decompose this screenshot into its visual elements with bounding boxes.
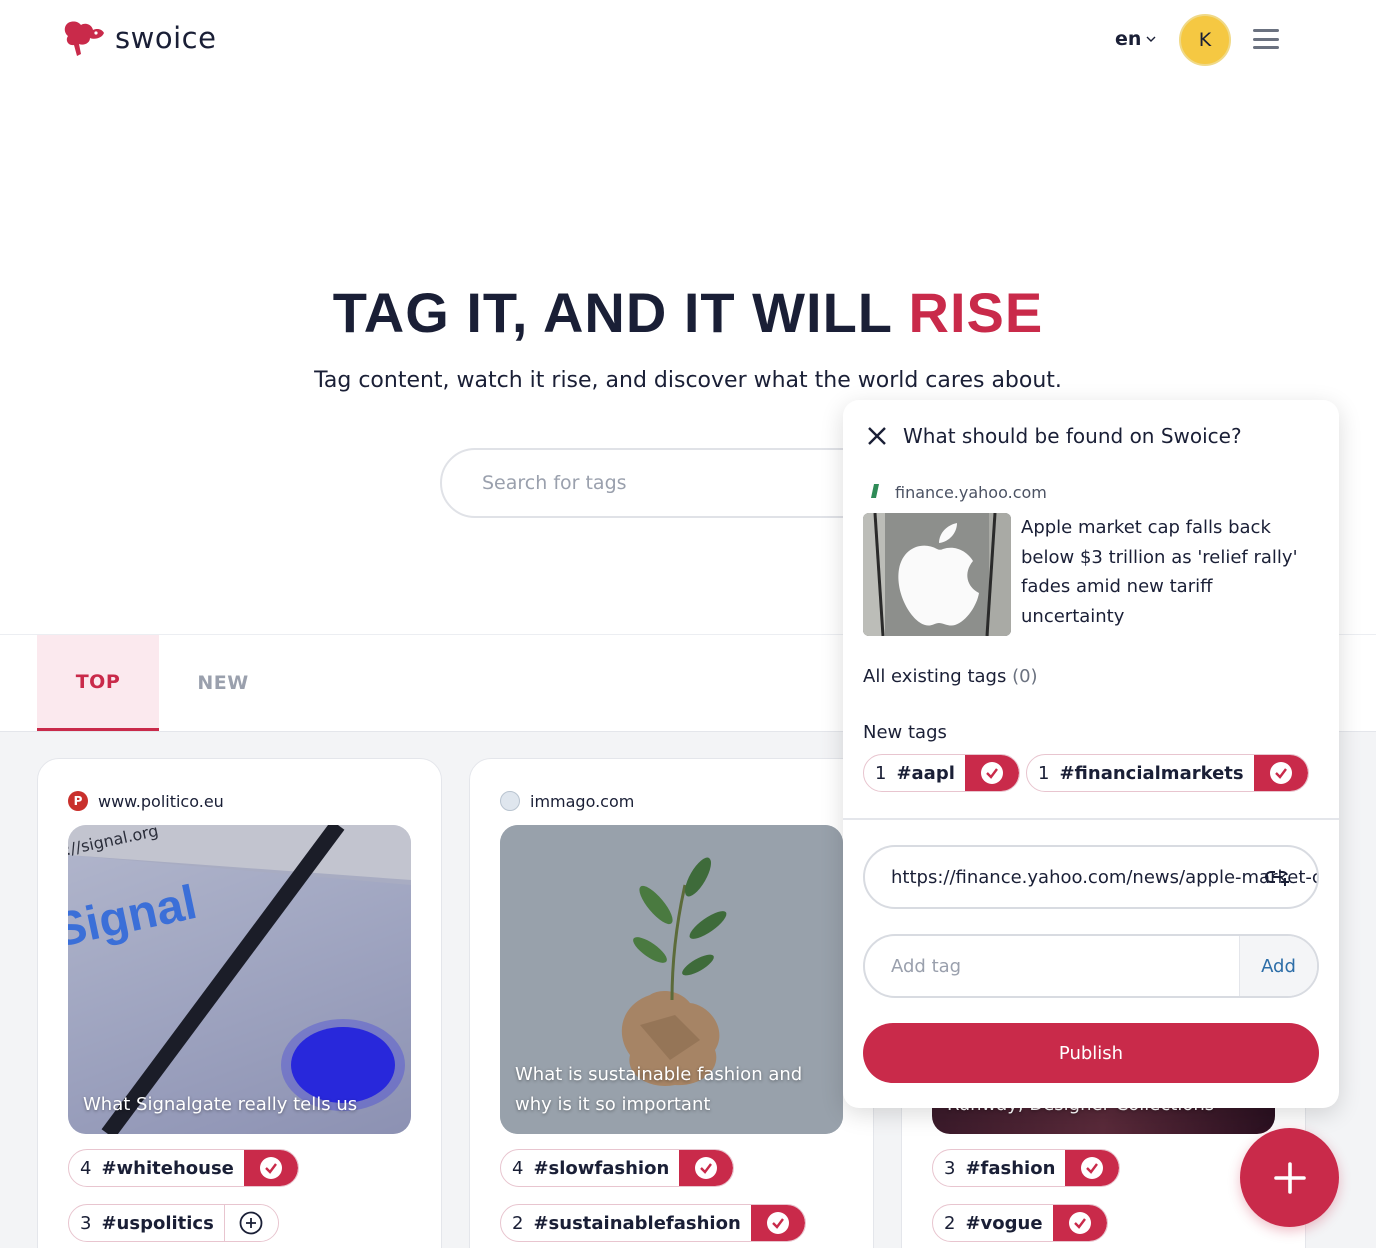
tag-label: #slowfashion <box>533 1157 670 1179</box>
check-circle-icon[interactable] <box>1065 1150 1120 1186</box>
card-caption: What Signalgate really tells us <box>83 1094 358 1115</box>
create-fab-button[interactable] <box>1240 1128 1339 1227</box>
add-tag-button[interactable]: Add <box>1239 936 1317 996</box>
new-tag-chip[interactable]: 1 #aapl <box>863 754 1020 792</box>
close-icon[interactable] <box>865 424 889 448</box>
tab-top[interactable]: TOP <box>37 635 159 731</box>
modal-source: finance.yahoo.com <box>865 482 1047 502</box>
check-circle-icon[interactable] <box>243 1150 298 1186</box>
new-tags-label: New tags <box>863 722 947 743</box>
avatar-initial: K <box>1198 29 1212 51</box>
tag-count: 4 <box>512 1157 524 1179</box>
tag-chip[interactable]: 3 #fashion <box>932 1149 1121 1187</box>
article-thumbnail <box>863 513 1011 636</box>
hero-subtitle: Tag content, watch it rise, and discover… <box>314 368 1062 393</box>
url-value: https://finance.yahoo.com/news/apple-mar… <box>891 866 1317 888</box>
card-image[interactable]: s://signal.org Signal What Signalgate re… <box>68 825 411 1134</box>
yahoo-finance-favicon-icon <box>871 484 879 498</box>
article-headline: Apple market cap falls back below $3 tri… <box>1021 517 1298 627</box>
link-add-icon[interactable] <box>1265 866 1291 888</box>
add-tag-placeholder: Add tag <box>891 955 962 977</box>
tag-count: 3 <box>80 1212 92 1234</box>
chevron-down-icon <box>1146 36 1156 42</box>
tag-count: 1 <box>875 762 887 784</box>
url-input[interactable]: https://finance.yahoo.com/news/apple-mar… <box>863 845 1319 909</box>
add-tag-field: Add tag Add <box>863 934 1319 998</box>
card-source-domain: immago.com <box>530 791 635 811</box>
hero-title-accent: RISE <box>908 281 1044 344</box>
plus-icon <box>1273 1161 1306 1194</box>
language-value: en <box>1115 28 1142 50</box>
user-avatar[interactable]: K <box>1179 14 1231 66</box>
tag-chip[interactable]: 3 #uspolitics <box>68 1204 279 1242</box>
tag-count: 4 <box>80 1157 92 1179</box>
check-circle-icon[interactable] <box>964 755 1019 791</box>
check-circle-icon[interactable] <box>1253 755 1308 791</box>
tab-new[interactable]: NEW <box>163 635 283 731</box>
search-placeholder: Search for tags <box>482 472 627 494</box>
image-favicon-icon <box>500 791 520 811</box>
tag-count: 1 <box>1038 762 1050 784</box>
plus-circle-icon[interactable] <box>223 1205 278 1241</box>
add-tag-input[interactable]: Add tag <box>865 936 1239 996</box>
tag-chip[interactable]: 2 #sustainablefashion <box>500 1204 806 1242</box>
tag-label: #uspolitics <box>101 1212 214 1234</box>
card-caption: What is sustainable fashion and why is i… <box>515 1064 803 1115</box>
card-source[interactable]: immago.com <box>500 791 634 811</box>
swoice-logo-icon <box>64 21 104 57</box>
tag-chip[interactable]: 4 #whitehouse <box>68 1149 299 1187</box>
language-selector[interactable]: en <box>1115 28 1157 50</box>
card-image[interactable]: What is sustainable fashion and why is i… <box>500 825 843 1134</box>
tag-count: 3 <box>944 1157 956 1179</box>
card-source[interactable]: P www.politico.eu <box>68 791 224 811</box>
tag-label: #vogue <box>965 1212 1043 1234</box>
publish-button[interactable]: Publish <box>863 1023 1319 1083</box>
tag-count: 2 <box>512 1212 524 1234</box>
tag-label: #aapl <box>896 762 955 784</box>
check-circle-icon[interactable] <box>750 1205 805 1241</box>
existing-tags-label: All existing tags (0) <box>863 666 1038 687</box>
new-tag-chip[interactable]: 1 #financialmarkets <box>1026 754 1309 792</box>
tag-label: #sustainablefashion <box>533 1212 741 1234</box>
tag-chip[interactable]: 4 #slowfashion <box>500 1149 735 1187</box>
hero-title-main: TAG IT, AND IT WILL <box>332 281 909 344</box>
tag-count: 2 <box>944 1212 956 1234</box>
apple-logo-image <box>863 513 1011 636</box>
tag-label: #financialmarkets <box>1059 762 1244 784</box>
check-circle-icon[interactable] <box>1052 1205 1107 1241</box>
tag-label: #whitehouse <box>101 1157 234 1179</box>
tag-content-modal: What should be found on Swoice? finance.… <box>843 400 1339 1108</box>
hero-title: TAG IT, AND IT WILL RISE <box>0 280 1376 345</box>
check-circle-icon[interactable] <box>679 1150 734 1186</box>
modal-divider <box>843 818 1339 820</box>
modal-source-domain: finance.yahoo.com <box>895 482 1047 502</box>
modal-title: What should be found on Swoice? <box>903 424 1242 448</box>
brand-logo[interactable]: swoice <box>62 16 216 60</box>
signal-screen-image: s://signal.org Signal <box>68 825 411 1134</box>
politico-favicon-icon: P <box>68 791 88 811</box>
top-header: swoice en K <box>0 0 1376 80</box>
hamburger-menu-icon[interactable] <box>1253 29 1279 49</box>
card-source-domain: www.politico.eu <box>98 791 224 811</box>
tag-chip[interactable]: 2 #vogue <box>932 1204 1108 1242</box>
brand-name: swoice <box>115 21 217 55</box>
tag-label: #fashion <box>965 1157 1056 1179</box>
